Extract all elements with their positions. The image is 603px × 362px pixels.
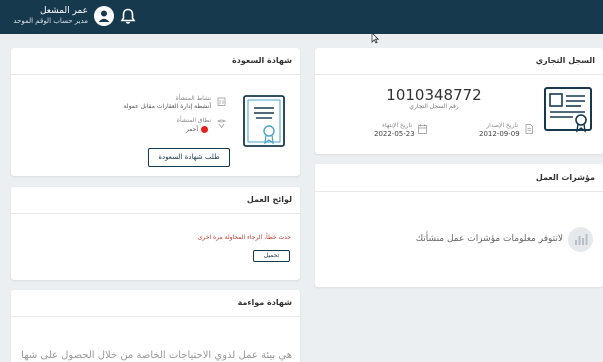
error-message: حدث خطأ، الرجاء المحاولة مرة اخرى bbox=[197, 234, 291, 241]
mowaama-title: شهادة مواءمة bbox=[237, 298, 292, 307]
commercial-register-title: السجل التجاري bbox=[535, 56, 595, 65]
issue-date-value: 2012-09-09 bbox=[479, 130, 520, 138]
mowaama-certificate-card: شهادة مواءمة هي بيئة عمل لذوي الاحتياجات… bbox=[11, 290, 300, 362]
divider bbox=[315, 191, 603, 192]
expiry-date-label: تاريخ الإنتهاء bbox=[382, 122, 412, 129]
work-regulations-title: لوائح العمل bbox=[246, 195, 292, 204]
certificate-icon bbox=[243, 95, 285, 147]
divider bbox=[11, 74, 300, 75]
building-icon bbox=[217, 97, 226, 106]
mouse-cursor-icon bbox=[371, 32, 379, 44]
commercial-register-number: 1010348772 bbox=[386, 86, 482, 104]
bell-icon[interactable] bbox=[120, 8, 136, 25]
work-indicators-card: مؤشرات العمل لاتتوفر معلومات مؤشرات عمل … bbox=[315, 164, 603, 287]
user-role: مدير حساب الوقم الموحد bbox=[13, 17, 88, 25]
mowaama-description: هي بيئة عمل لذوي الاحتياجات الخاصة من خل… bbox=[22, 350, 292, 361]
divider bbox=[315, 74, 603, 75]
commercial-register-number-label: رقم السجل التجاري bbox=[409, 103, 459, 110]
divider bbox=[11, 213, 300, 214]
reload-button[interactable]: تحميل bbox=[253, 250, 290, 262]
range-color-indicator bbox=[201, 126, 208, 133]
saudization-title: شهادة السعودة bbox=[231, 56, 292, 65]
chart-icon bbox=[568, 227, 593, 252]
document-icon bbox=[525, 124, 533, 134]
commercial-register-card: السجل التجاري 1010348772 رقم السجل التجا… bbox=[315, 48, 603, 154]
activity-value: أنشطة إدارة العقارات مقابل عمولة bbox=[123, 103, 211, 110]
calendar-icon bbox=[418, 124, 427, 134]
user-name[interactable]: عمر المشعل bbox=[16, 6, 88, 17]
range-label: نطاق المنشأة bbox=[176, 117, 211, 124]
top-navigation-bar: عمر المشعل مدير حساب الوقم الموحد bbox=[0, 0, 603, 34]
range-value: أحمر bbox=[185, 126, 198, 133]
range-icon bbox=[217, 119, 226, 128]
request-saudization-button[interactable]: طلب شهادة السعودة bbox=[148, 148, 230, 167]
work-regulations-card: لوائح العمل حدث خطأ، الرجاء المحاولة مرة… bbox=[11, 187, 300, 280]
expiry-date-value: 2022-05-23 bbox=[374, 130, 415, 138]
work-indicators-title: مؤشرات العمل bbox=[535, 173, 595, 182]
saudization-certificate-card: شهادة السعودة نشاط المنشأة أنشطة إدارة ا… bbox=[11, 48, 300, 176]
user-avatar-icon[interactable] bbox=[94, 6, 114, 26]
divider bbox=[11, 316, 300, 317]
document-icon bbox=[544, 87, 592, 133]
issue-date-label: تاريخ الإصدار bbox=[486, 122, 518, 129]
activity-label: نشاط المنشأة bbox=[175, 95, 211, 102]
no-indicators-message: لاتتوفر معلومات مؤشرات عمل منشأتك bbox=[415, 234, 563, 244]
